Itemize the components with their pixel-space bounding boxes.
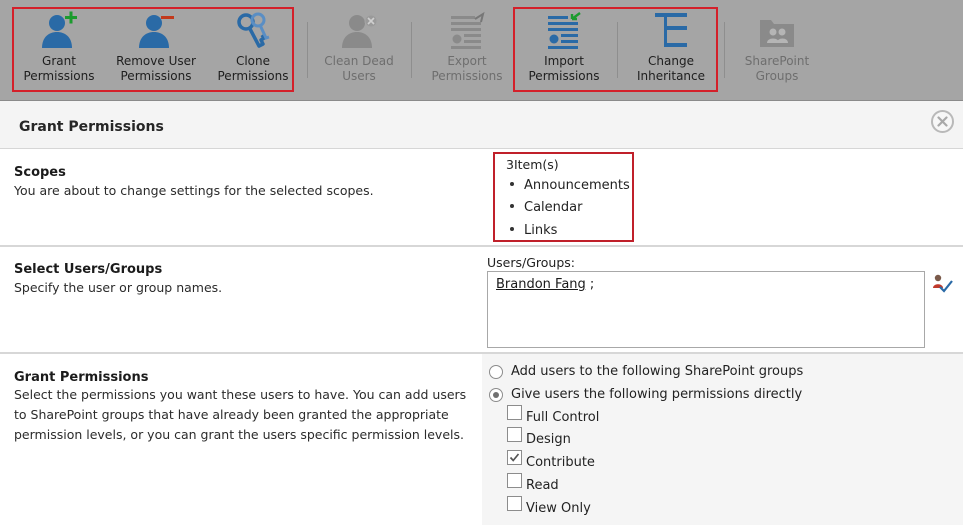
checkbox[interactable] xyxy=(507,496,522,511)
clean-dead-users-button[interactable]: Clean Dead Users xyxy=(318,0,400,100)
checkmark-icon xyxy=(509,453,520,462)
ribbon-separator xyxy=(724,22,725,78)
radio-add-to-groups-label: Add users to the following SharePoint gr… xyxy=(511,364,804,379)
user-entry[interactable]: Brandon Fang ; xyxy=(496,277,594,292)
highlight-box-import-group xyxy=(513,7,718,92)
scopes-description: You are about to change settings for the… xyxy=(14,183,374,198)
check-names-icon xyxy=(933,274,953,293)
radio-add-to-groups[interactable]: Add users to the following SharePoint gr… xyxy=(489,364,803,379)
checkbox-read-label: Read xyxy=(526,478,559,493)
scope-item: Calendar xyxy=(510,200,582,215)
scope-count: 3Item(s) xyxy=(506,157,559,172)
checkbox-checked[interactable] xyxy=(507,450,522,465)
ribbon-separator xyxy=(411,22,412,78)
export-permissions-button[interactable]: Export Permissions xyxy=(422,0,512,100)
users-groups-label: Users/Groups: xyxy=(487,255,575,270)
radio-button[interactable] xyxy=(489,364,503,379)
grant-permissions-description: Select the permissions you want these us… xyxy=(14,387,467,442)
grant-permissions-title: Grant Permissions xyxy=(14,370,149,385)
highlight-box-permissions-group xyxy=(12,7,294,92)
checkbox-contribute[interactable]: Contribute xyxy=(507,450,595,470)
checkbox-view-only-label: View Only xyxy=(526,501,591,516)
radio-button-selected[interactable] xyxy=(489,387,503,402)
grant-permissions-section: Grant Permissions Select the permissions… xyxy=(0,354,963,525)
scope-item-label: Links xyxy=(524,223,558,238)
user-clean-icon xyxy=(338,10,380,52)
radio-give-directly-label: Give users the following permissions dir… xyxy=(511,387,803,402)
scopes-title: Scopes xyxy=(14,165,66,180)
scope-item-label: Announcements xyxy=(524,178,630,193)
export-permissions-label: Export Permissions xyxy=(431,54,503,83)
checkbox-design[interactable]: Design xyxy=(507,427,571,447)
checkbox-contribute-label: Contribute xyxy=(526,455,595,470)
ribbon-separator xyxy=(307,22,308,78)
checkbox[interactable] xyxy=(507,427,522,442)
close-button[interactable] xyxy=(931,110,954,133)
radio-give-directly[interactable]: Give users the following permissions dir… xyxy=(489,387,802,402)
scope-item: Announcements xyxy=(510,178,630,193)
scopes-section: Scopes You are about to change settings … xyxy=(0,149,963,247)
resolved-user-name[interactable]: Brandon Fang xyxy=(496,277,586,292)
select-users-title: Select Users/Groups xyxy=(14,262,163,277)
sharepoint-groups-label: SharePoint Groups xyxy=(744,54,810,83)
ribbon-toolbar: Grant Permissions Remove User Permissions … xyxy=(0,0,963,100)
checkbox-full-control[interactable]: Full Control xyxy=(507,405,600,425)
scope-item-label: Calendar xyxy=(524,200,583,215)
checkbox[interactable] xyxy=(507,473,522,488)
checkbox-design-label: Design xyxy=(526,432,571,447)
checkbox[interactable] xyxy=(507,405,522,420)
dialog-title: Grant Permissions xyxy=(19,119,164,135)
checkbox-view-only[interactable]: View Only xyxy=(507,496,591,516)
users-groups-input[interactable]: Brandon Fang ; xyxy=(487,271,925,348)
select-users-description: Specify the user or group names. xyxy=(14,280,223,295)
groups-folder-icon xyxy=(756,10,798,52)
user-separator: ; xyxy=(585,277,595,292)
checkbox-read[interactable]: Read xyxy=(507,473,559,493)
checkbox-full-control-label: Full Control xyxy=(526,410,600,425)
scope-item: Links xyxy=(510,223,557,238)
check-names-button[interactable] xyxy=(932,273,954,295)
export-icon xyxy=(446,10,488,52)
clean-dead-users-label: Clean Dead Users xyxy=(324,54,394,83)
close-icon xyxy=(937,116,948,127)
sharepoint-groups-button[interactable]: SharePoint Groups xyxy=(734,0,820,100)
dialog-header: Grant Permissions xyxy=(0,101,963,150)
